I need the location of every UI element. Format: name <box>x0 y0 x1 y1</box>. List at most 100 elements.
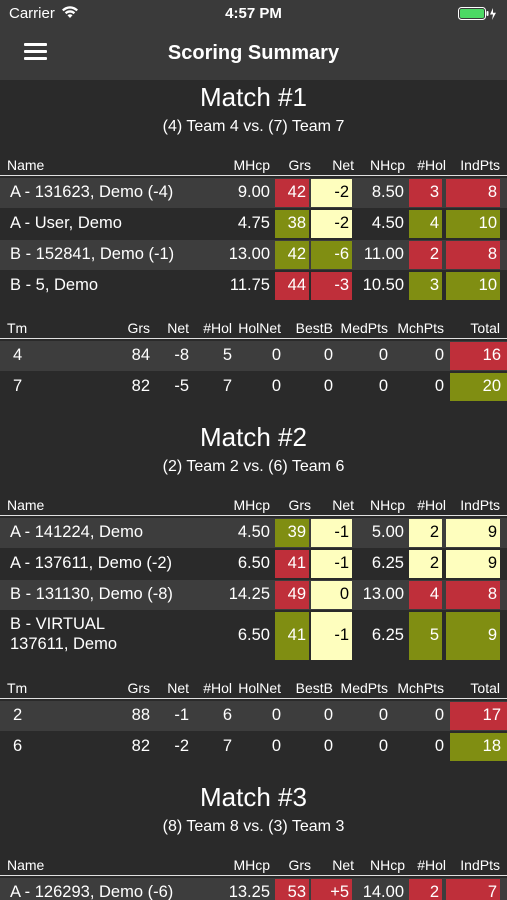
player-ind-pts-cell: 8 <box>446 179 500 207</box>
player-table-header: Name MHcp Grs Net NHcp #Hol IndPts <box>0 154 507 176</box>
player-nhcp: 10.50 <box>362 276 404 294</box>
column-header: IndPts <box>460 497 500 513</box>
team-net: -8 <box>174 346 189 364</box>
player-gross-cell: 53 <box>275 879 309 900</box>
team-gross: 88 <box>131 706 150 724</box>
column-header: Tm <box>7 320 28 336</box>
player-ind-pts: 9 <box>487 626 497 644</box>
player-table-header: Name MHcp Grs Net NHcp #Hol IndPts <box>0 494 507 516</box>
player-ind-pts-cell: 9 <box>446 612 500 660</box>
column-header: Name <box>7 157 45 173</box>
player-row[interactable]: A - 141224, Demo 4.50 5.00 39 -1 2 9 <box>0 518 507 548</box>
player-row[interactable]: B - 5, Demo 11.75 10.50 44 -3 3 10 <box>0 271 507 301</box>
player-net: -3 <box>334 276 349 294</box>
player-holes-cell: 4 <box>409 210 442 238</box>
player-row[interactable]: A - 137611, Demo (-2) 6.50 6.25 41 -1 2 9 <box>0 549 507 579</box>
team-row[interactable]: 4 84 -8 5 0 0 0 0 16 <box>0 341 507 371</box>
player-name: A - 137611, Demo (-2) <box>10 554 173 572</box>
player-net: 0 <box>339 585 349 603</box>
nav-bar: Scoring Summary <box>0 28 507 80</box>
team-row[interactable]: 6 82 -2 7 0 0 0 0 18 <box>0 732 507 762</box>
player-name: B - 5, Demo <box>10 276 99 294</box>
team-best-ball: 0 <box>323 737 333 755</box>
column-header: Net <box>167 320 189 336</box>
player-holes-cell: 2 <box>409 550 442 578</box>
player-ind-pts: 9 <box>487 554 497 572</box>
player-net: -2 <box>334 183 349 201</box>
column-header: Net <box>332 857 354 873</box>
column-header: Grs <box>127 320 150 336</box>
player-name: B - VIRTUAL <box>10 615 106 633</box>
player-gross: 49 <box>287 585 306 603</box>
player-row[interactable]: B - 131130, Demo (-8) 14.25 13.00 49 0 4 8 <box>0 580 507 610</box>
team-total: 18 <box>482 737 501 755</box>
column-header: #Hol <box>417 497 446 513</box>
column-header: MedPts <box>340 320 388 336</box>
player-holes: 2 <box>429 883 439 900</box>
team-med-pts: 0 <box>378 706 388 724</box>
column-header: NHcp <box>369 857 405 873</box>
player-holes-cell: 2 <box>409 879 442 900</box>
player-nhcp: 4.50 <box>371 214 404 232</box>
team-med-pts: 0 <box>378 346 388 364</box>
player-gross: 39 <box>287 523 306 541</box>
team-med-pts: 0 <box>378 377 388 395</box>
column-header: MedPts <box>340 680 388 696</box>
column-header: #Hol <box>203 320 232 336</box>
player-row[interactable]: A - 131623, Demo (-4) 9.00 8.50 42 -2 3 8 <box>0 178 507 208</box>
column-header: Total <box>470 680 500 696</box>
player-row[interactable]: B - 152841, Demo (-1) 13.00 11.00 42 -6 2 8 <box>0 240 507 270</box>
player-holes: 4 <box>429 214 439 232</box>
column-header: Tm <box>7 680 28 696</box>
player-name: B - 131130, Demo (-8) <box>10 585 173 603</box>
player-holes: 2 <box>429 245 439 263</box>
team-total: 16 <box>482 346 501 364</box>
column-header: #Hol <box>417 157 446 173</box>
column-header: BestB <box>295 680 333 696</box>
team-holes: 7 <box>222 377 232 395</box>
player-mhcp: 6.50 <box>237 554 270 572</box>
column-header: Name <box>7 857 45 873</box>
player-gross-cell: 44 <box>275 272 309 300</box>
column-header: MchPts <box>397 680 444 696</box>
team-mch-pts: 0 <box>434 706 444 724</box>
column-header: #Hol <box>203 680 232 696</box>
status-bar: Carrier 4:57 PM <box>0 0 507 28</box>
team-hol-net: 0 <box>271 706 281 724</box>
player-row[interactable]: A - User, Demo 4.75 4.50 38 -2 4 10 <box>0 209 507 239</box>
player-holes: 3 <box>429 276 439 294</box>
player-gross-cell: 42 <box>275 241 309 269</box>
player-ind-pts: 8 <box>487 585 497 603</box>
column-header: Net <box>332 157 354 173</box>
player-holes-cell: 4 <box>409 581 442 609</box>
player-ind-pts: 9 <box>487 523 497 541</box>
player-holes-cell: 3 <box>409 179 442 207</box>
player-holes-cell: 3 <box>409 272 442 300</box>
match-title: Match #2 <box>200 422 307 452</box>
player-net: -1 <box>334 626 349 644</box>
player-net: -1 <box>334 554 349 572</box>
team-gross: 82 <box>131 737 150 755</box>
player-mhcp: 4.75 <box>237 214 270 232</box>
team-number: 2 <box>13 706 23 724</box>
team-total-cell: 18 <box>450 733 507 761</box>
player-ind-pts-cell: 8 <box>446 581 500 609</box>
player-mhcp: 6.50 <box>237 626 270 644</box>
scoring-content[interactable]: Match #1 (4) Team 4 vs. (7) Team 7 Name MHc… <box>0 80 507 900</box>
player-ind-pts-cell: 9 <box>446 519 500 547</box>
player-net: -1 <box>334 523 349 541</box>
player-nhcp: 6.25 <box>371 554 404 572</box>
player-row[interactable]: B - VIRTUAL 137611, Demo 6.50 6.25 41 -1 5 9 <box>0 611 507 661</box>
player-name: A - 126293, Demo (-6) <box>10 883 174 900</box>
team-row[interactable]: 2 88 -1 6 0 0 0 0 17 <box>0 701 507 731</box>
team-row[interactable]: 7 82 -5 7 0 0 0 0 20 <box>0 372 507 402</box>
player-mhcp: 13.00 <box>228 245 270 263</box>
team-net: -5 <box>174 377 189 395</box>
column-header: NHcp <box>369 157 405 173</box>
player-gross-cell: 41 <box>275 612 309 660</box>
player-ind-pts: 7 <box>487 883 497 900</box>
player-holes: 3 <box>429 183 439 201</box>
player-row[interactable]: A - 126293, Demo (-6) 13.25 14.00 53 +5 2 7 <box>0 878 507 900</box>
team-hol-net: 0 <box>271 377 281 395</box>
player-net-cell: +5 <box>311 879 352 900</box>
